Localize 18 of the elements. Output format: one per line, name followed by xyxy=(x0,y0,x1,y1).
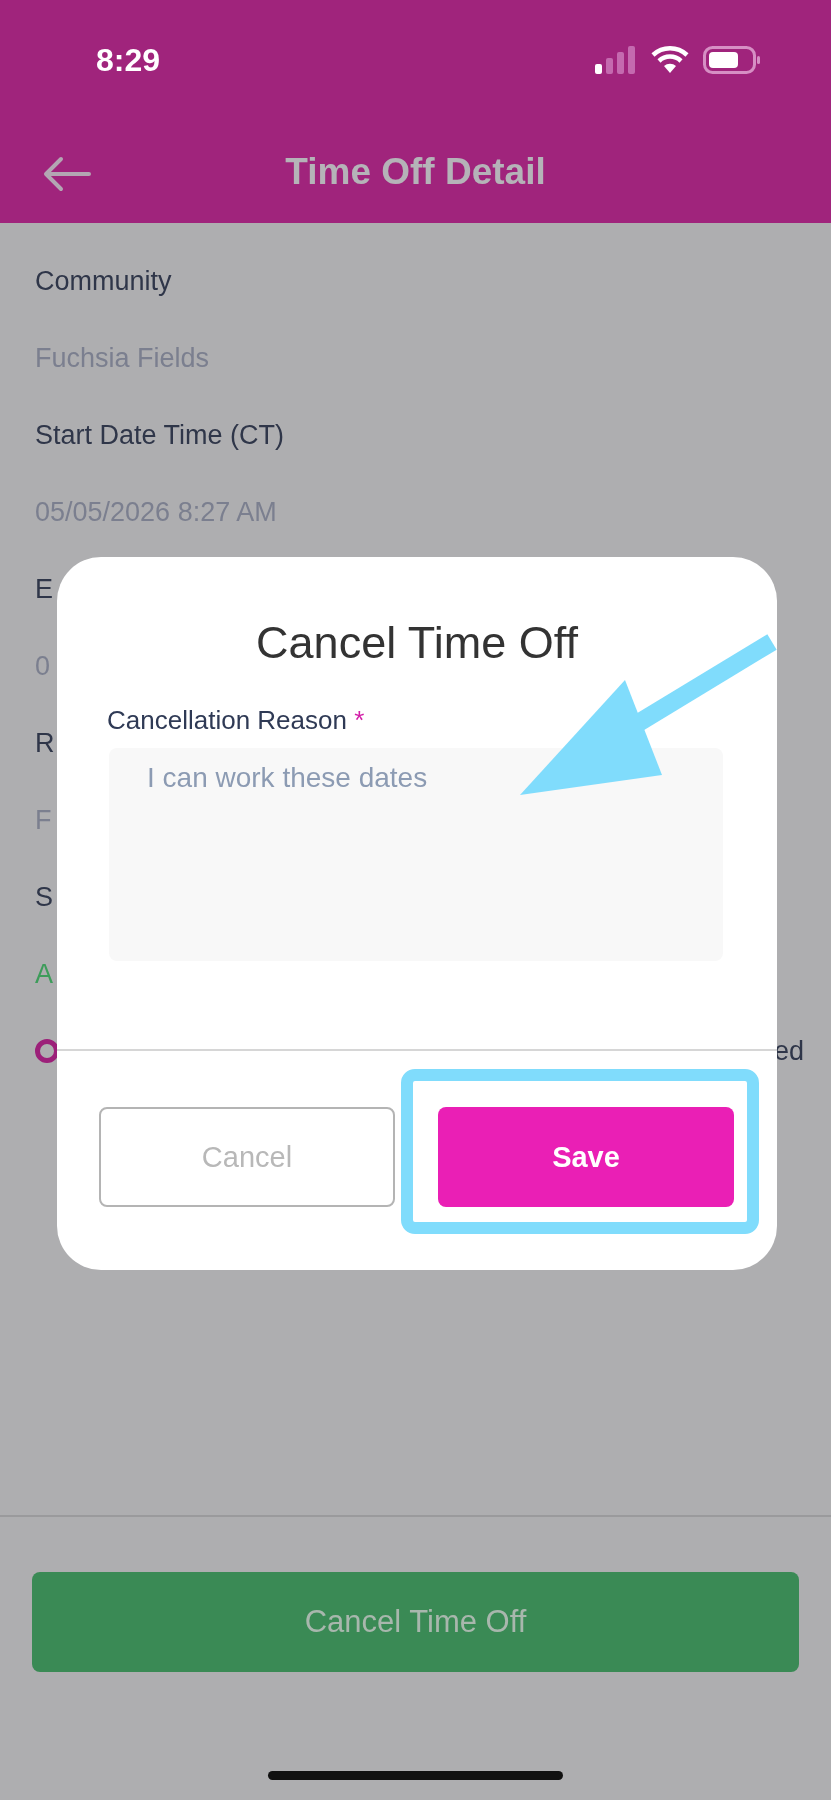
back-arrow-icon[interactable] xyxy=(43,156,91,192)
detail-label: S xyxy=(35,881,54,913)
detail-label: Community xyxy=(35,265,173,297)
cancel-button[interactable]: Cancel xyxy=(99,1107,395,1207)
status-time: 8:29 xyxy=(96,41,161,79)
save-button[interactable]: Save xyxy=(438,1107,734,1207)
detail-label: R xyxy=(35,727,56,759)
wifi-icon xyxy=(651,46,689,74)
detail-label: Start Date Time (CT) xyxy=(35,419,286,451)
signal-icon xyxy=(595,46,637,74)
detail-value: A xyxy=(35,958,54,990)
field-label: Cancellation Reason * xyxy=(107,705,365,736)
dialog-title: Cancel Time Off xyxy=(256,617,578,669)
detail-label: E xyxy=(35,573,54,605)
cancel-time-off-button[interactable]: Cancel Time Off xyxy=(32,1572,799,1672)
reason-field[interactable]: I can work these dates xyxy=(109,748,723,961)
page-title: Time Off Detail xyxy=(285,150,546,193)
battery-icon xyxy=(703,46,761,74)
